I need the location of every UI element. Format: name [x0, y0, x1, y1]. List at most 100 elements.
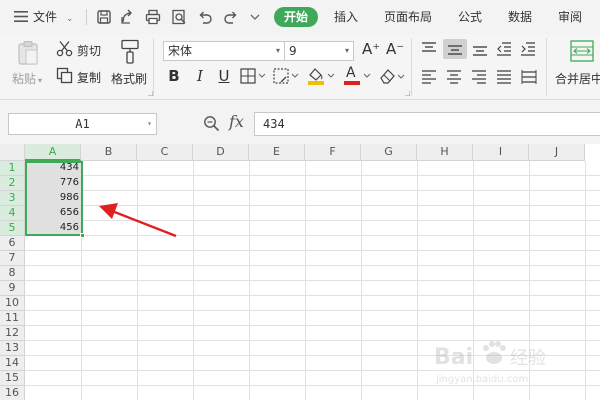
row-header-14[interactable]: 14 [0, 356, 25, 371]
decrease-font-size-button[interactable]: A⁻ [386, 40, 404, 58]
cell-a1[interactable]: 434 [26, 161, 82, 175]
row-header-12[interactable]: 12 [0, 326, 25, 341]
chevron-down-icon: ▾ [38, 76, 43, 85]
cell-a4[interactable]: 656 [26, 206, 82, 220]
column-header-b[interactable]: B [81, 144, 137, 161]
cell-a3[interactable]: 986 [26, 191, 82, 205]
justify-icon[interactable] [495, 69, 513, 85]
grid-row-line [25, 175, 600, 176]
decrease-indent-icon[interactable] [495, 41, 513, 57]
row-header-2[interactable]: 2 [0, 176, 25, 191]
row-header-11[interactable]: 11 [0, 311, 25, 326]
row-header-9[interactable]: 9 [0, 281, 25, 296]
column-header-h[interactable]: H [417, 144, 473, 161]
row-header-8[interactable]: 8 [0, 266, 25, 281]
merge-center-icon[interactable] [570, 40, 594, 62]
tab-formulas[interactable]: 公式 [458, 0, 482, 34]
format-painter-button[interactable]: 格式刷 [111, 70, 147, 87]
column-header-j[interactable]: J [529, 144, 585, 161]
group-expand-icon[interactable] [405, 91, 410, 96]
fill-color-icon[interactable] [306, 66, 336, 86]
align-bottom-icon[interactable] [471, 41, 489, 57]
row-header-7[interactable]: 7 [0, 251, 25, 266]
row-header-5[interactable]: 5 [0, 221, 25, 236]
cut-button[interactable]: 剪切 [77, 42, 101, 59]
chevron-down-icon: ▾ [344, 46, 349, 55]
column-header-a[interactable]: A [25, 144, 81, 161]
font-name-select[interactable]: 宋体 ▾ [163, 41, 285, 61]
scissors-icon[interactable] [56, 40, 73, 57]
column-header-f[interactable]: F [305, 144, 361, 161]
column-header-c[interactable]: C [137, 144, 193, 161]
row-header-3[interactable]: 3 [0, 191, 25, 206]
copy-button[interactable]: 复制 [77, 69, 101, 86]
grid-row-line [25, 235, 600, 236]
watermark-logo: Bai 经验 jingyan.baidu.com [432, 334, 572, 390]
italic-button[interactable]: I [192, 66, 208, 86]
merge-center-button[interactable]: 合并居中 [555, 70, 600, 87]
print-preview-icon[interactable] [170, 8, 188, 26]
align-left-icon[interactable] [420, 69, 438, 85]
row-header-15[interactable]: 15 [0, 371, 25, 386]
name-box[interactable]: A1 ▾ [8, 113, 157, 135]
file-menu[interactable]: 文件 ⌄ [14, 0, 73, 34]
quick-access-more-icon[interactable] [246, 8, 264, 26]
font-color-label: A [346, 65, 356, 81]
tab-data[interactable]: 数据 [508, 0, 532, 34]
chevron-down-icon: ▾ [147, 119, 152, 128]
svg-text:Bai: Bai [434, 345, 473, 370]
chevron-down-icon: ⌄ [65, 14, 74, 24]
paste-icon[interactable] [17, 40, 39, 66]
print-icon[interactable] [144, 8, 162, 26]
increase-indent-icon[interactable] [519, 41, 537, 57]
tab-page-layout[interactable]: 页面布局 [384, 0, 432, 34]
cell-a2[interactable]: 776 [26, 176, 82, 190]
bold-button[interactable]: B [166, 66, 182, 86]
save-icon[interactable] [95, 8, 113, 26]
align-top-icon[interactable] [420, 41, 438, 57]
format-painter-icon[interactable] [119, 39, 141, 65]
tab-home[interactable]: 开始 [274, 7, 318, 27]
align-middle-icon[interactable] [443, 39, 467, 59]
svg-text:经验: 经验 [510, 348, 546, 369]
column-header-d[interactable]: D [193, 144, 249, 161]
menu-separator [86, 9, 87, 25]
cell-a5[interactable]: 456 [26, 221, 82, 235]
underline-button[interactable]: U [216, 66, 232, 86]
tab-review[interactable]: 审阅 [558, 0, 582, 34]
column-header-g[interactable]: G [361, 144, 417, 161]
ribbon-separator [153, 38, 154, 96]
grid-row-line [25, 220, 600, 221]
borders-icon[interactable] [240, 68, 266, 84]
cell-reference: A1 [75, 117, 90, 131]
font-size-select[interactable]: 9 ▾ [284, 41, 354, 61]
row-header-16[interactable]: 16 [0, 386, 25, 400]
copy-icon[interactable] [56, 67, 73, 84]
row-header-6[interactable]: 6 [0, 236, 25, 251]
column-header-e[interactable]: E [249, 144, 305, 161]
row-header-4[interactable]: 4 [0, 206, 25, 221]
distributed-align-icon[interactable] [520, 69, 538, 85]
increase-font-size-button[interactable]: A⁺ [362, 40, 380, 58]
cell-style-icon[interactable] [273, 68, 299, 84]
row-header-10[interactable]: 10 [0, 296, 25, 311]
grid-row-line [25, 325, 600, 326]
tab-insert[interactable]: 插入 [334, 0, 358, 34]
column-header-i[interactable]: I [473, 144, 529, 161]
export-pdf-icon[interactable] [118, 8, 136, 26]
row-header-13[interactable]: 13 [0, 341, 25, 356]
align-center-icon[interactable] [445, 69, 463, 85]
align-right-icon[interactable] [470, 69, 488, 85]
spreadsheet-grid[interactable]: ABCDEFGHIJ 1 2 3 4 5 6 7 8 9 10 11 12 13 14 15 16 434 77… [0, 144, 600, 400]
undo-icon[interactable] [196, 8, 214, 26]
row-header-1[interactable]: 1 [0, 161, 25, 176]
group-expand-icon[interactable] [148, 91, 153, 96]
insert-function-button[interactable]: fx [229, 112, 244, 131]
zoom-search-icon[interactable] [203, 115, 220, 132]
redo-icon[interactable] [222, 8, 240, 26]
select-all-corner[interactable] [0, 144, 25, 161]
clear-format-icon[interactable] [378, 67, 406, 85]
fill-handle[interactable] [80, 233, 85, 238]
paste-button[interactable]: 粘贴 ▾ [12, 70, 42, 87]
formula-input[interactable]: 434 [254, 112, 600, 136]
